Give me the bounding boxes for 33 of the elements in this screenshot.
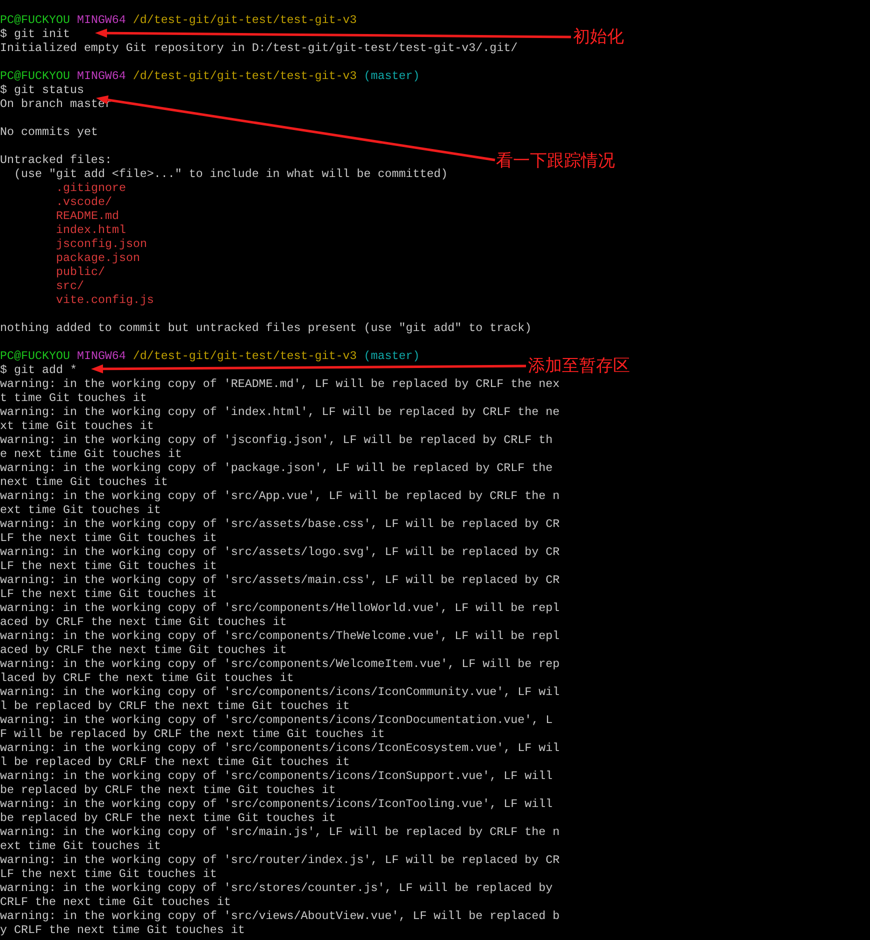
untracked-file: public/ [56, 265, 105, 279]
prompt-system: MINGW64 [76, 13, 126, 27]
prompt-system: MINGW64 [76, 349, 126, 363]
prompt-user: PC@FUCKYOU [0, 349, 70, 363]
prompt-branch: (master) [364, 69, 420, 83]
untracked-file: package.json [56, 251, 140, 265]
annotation-label: 看一下跟踪情况 [496, 151, 615, 171]
output-line: Untracked files: [0, 153, 112, 167]
prompt-branch: (master) [364, 349, 420, 363]
prompt-user: PC@FUCKYOU [0, 69, 70, 83]
untracked-file: README.md [56, 209, 119, 223]
output-line: Initialized empty Git repository in D:/test-git/git-test/test-git-v3/.git/ [0, 41, 518, 55]
untracked-file: .gitignore [56, 181, 126, 195]
untracked-file: .vscode/ [56, 195, 112, 209]
annotation-label: 添加至暂存区 [528, 356, 630, 376]
prompt-path: /d/test-git/git-test/test-git-v3 [132, 13, 357, 27]
prompt-system: MINGW64 [76, 69, 126, 83]
command-line: $ git add * [0, 363, 77, 377]
prompt-path: /d/test-git/git-test/test-git-v3 [132, 349, 357, 363]
output-line: (use "git add <file>..." to include in what will be committed) [13, 167, 448, 181]
untracked-file: src/ [56, 279, 84, 293]
prompt-user: PC@FUCKYOU [0, 13, 70, 27]
untracked-file: jsconfig.json [56, 237, 147, 251]
output-line: nothing added to commit but untracked files present (use "git add" to track) [0, 321, 532, 335]
output-line: On branch master [0, 97, 112, 111]
annotation-label: 初始化 [573, 27, 624, 47]
output-line: No commits yet [0, 125, 98, 139]
command-line: $ git init [0, 27, 70, 41]
output-line: warning: in the working copy of 'src/views/AboutView.vue', LF will be replaced by CRLF the next time Git touches it [0, 909, 561, 937]
prompt-path: /d/test-git/git-test/test-git-v3 [132, 69, 357, 83]
untracked-file: vite.config.js [56, 293, 154, 307]
command-line: $ git status [0, 83, 84, 97]
untracked-file: index.html [56, 223, 126, 237]
